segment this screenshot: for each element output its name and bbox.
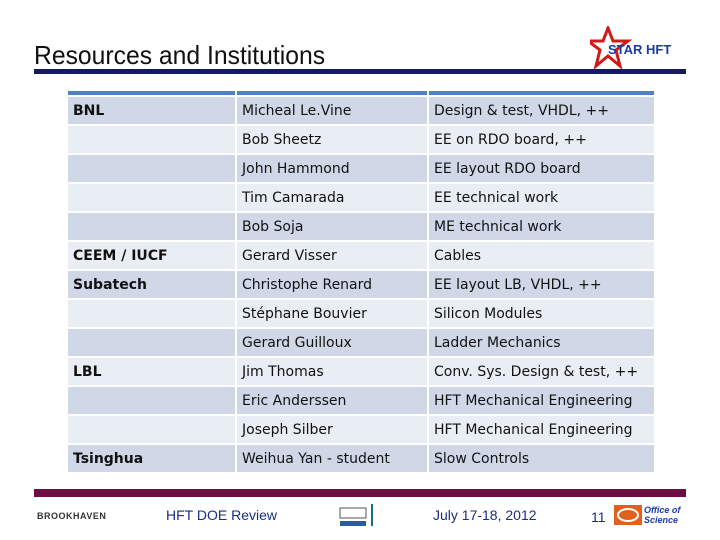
person-cell: Christophe Renard (237, 271, 427, 298)
institution-cell (68, 416, 235, 443)
role-cell: Slow Controls (429, 445, 654, 472)
institution-cell (68, 213, 235, 240)
institution-cell: CEEM / IUCF (68, 242, 235, 269)
table-row: Stéphane Bouvier Silicon Modules (68, 300, 654, 327)
institution-cell: LBL (68, 358, 235, 385)
role-cell: Ladder Mechanics (429, 329, 654, 356)
table-row: BNL Micheal Le.Vine Design & test, VHDL, +… (68, 97, 654, 124)
person-cell: Joseph Silber (237, 416, 427, 443)
institution-cell (68, 300, 235, 327)
table-row: Tsinghua Weihua Yan - student Slow Control… (68, 445, 654, 472)
star-hft-logo: STAR HFT (583, 23, 690, 71)
role-cell: Cables (429, 242, 654, 269)
role-cell: EE technical work (429, 184, 654, 211)
institution-cell (68, 155, 235, 182)
person-cell: Eric Anderssen (237, 387, 427, 414)
role-cell: EE on RDO board, ++ (429, 126, 654, 153)
role-cell: Silicon Modules (429, 300, 654, 327)
table-row: Eric Anderssen HFT Mechanical Engineering (68, 387, 654, 414)
person-cell: Bob Soja (237, 213, 427, 240)
institution-cell (68, 387, 235, 414)
institution-cell: BNL (68, 97, 235, 124)
person-cell: Gerard Visser (237, 242, 427, 269)
table-row: Gerard Guilloux Ladder Mechanics (68, 329, 654, 356)
role-cell: HFT Mechanical Engineering (429, 387, 654, 414)
page-number: 11 (591, 509, 606, 525)
role-cell: HFT Mechanical Engineering (429, 416, 654, 443)
role-cell: Design & test, VHDL, ++ (429, 97, 654, 124)
role-cell: ME technical work (429, 213, 654, 240)
person-cell: Gerard Guilloux (237, 329, 427, 356)
office-of-science-logo: Office of Science (612, 503, 687, 533)
header-cell (68, 91, 235, 95)
institution-cell (68, 329, 235, 356)
table-row: CEEM / IUCF Gerard Visser Cables (68, 242, 654, 269)
building-logo-icon (339, 504, 373, 526)
header-cell (237, 91, 427, 95)
person-cell: Weihua Yan - student (237, 445, 427, 472)
table-row: Subatech Christophe Renard EE layout LB, V… (68, 271, 654, 298)
person-cell: Tim Camarada (237, 184, 427, 211)
table-row: LBL Jim Thomas Conv. Sys. Design & test, +… (68, 358, 654, 385)
footer-date: July 17-18, 2012 (433, 507, 537, 523)
role-cell: EE layout RDO board (429, 155, 654, 182)
person-cell: Stéphane Bouvier (237, 300, 427, 327)
header-cell (429, 91, 654, 95)
institution-cell (68, 184, 235, 211)
role-cell: EE layout LB, VHDL, ++ (429, 271, 654, 298)
person-cell: Micheal Le.Vine (237, 97, 427, 124)
footer-divider (34, 489, 686, 497)
footer-review: HFT DOE Review (166, 507, 277, 523)
doe-swirl-icon (614, 505, 642, 525)
table-row: Bob Soja ME technical work (68, 213, 654, 240)
person-cell: Bob Sheetz (237, 126, 427, 153)
slide-title: Resources and Institutions (34, 40, 326, 70)
institution-cell: Tsinghua (68, 445, 235, 472)
table-row: Bob Sheetz EE on RDO board, ++ (68, 126, 654, 153)
brookhaven-logo: BROOKHAVEN (37, 511, 107, 521)
table-row: Joseph Silber HFT Mechanical Engineering (68, 416, 654, 443)
person-cell: Jim Thomas (237, 358, 427, 385)
institutions-table: BNL Micheal Le.Vine Design & test, VHDL, +… (66, 89, 656, 474)
table-row: Tim Camarada EE technical work (68, 184, 654, 211)
institution-cell (68, 126, 235, 153)
table-row: John Hammond EE layout RDO board (68, 155, 654, 182)
institution-cell: Subatech (68, 271, 235, 298)
person-cell: John Hammond (237, 155, 427, 182)
logo-text: STAR HFT (608, 42, 672, 57)
role-cell: Conv. Sys. Design & test, ++ (429, 358, 654, 385)
title-divider (34, 69, 686, 74)
